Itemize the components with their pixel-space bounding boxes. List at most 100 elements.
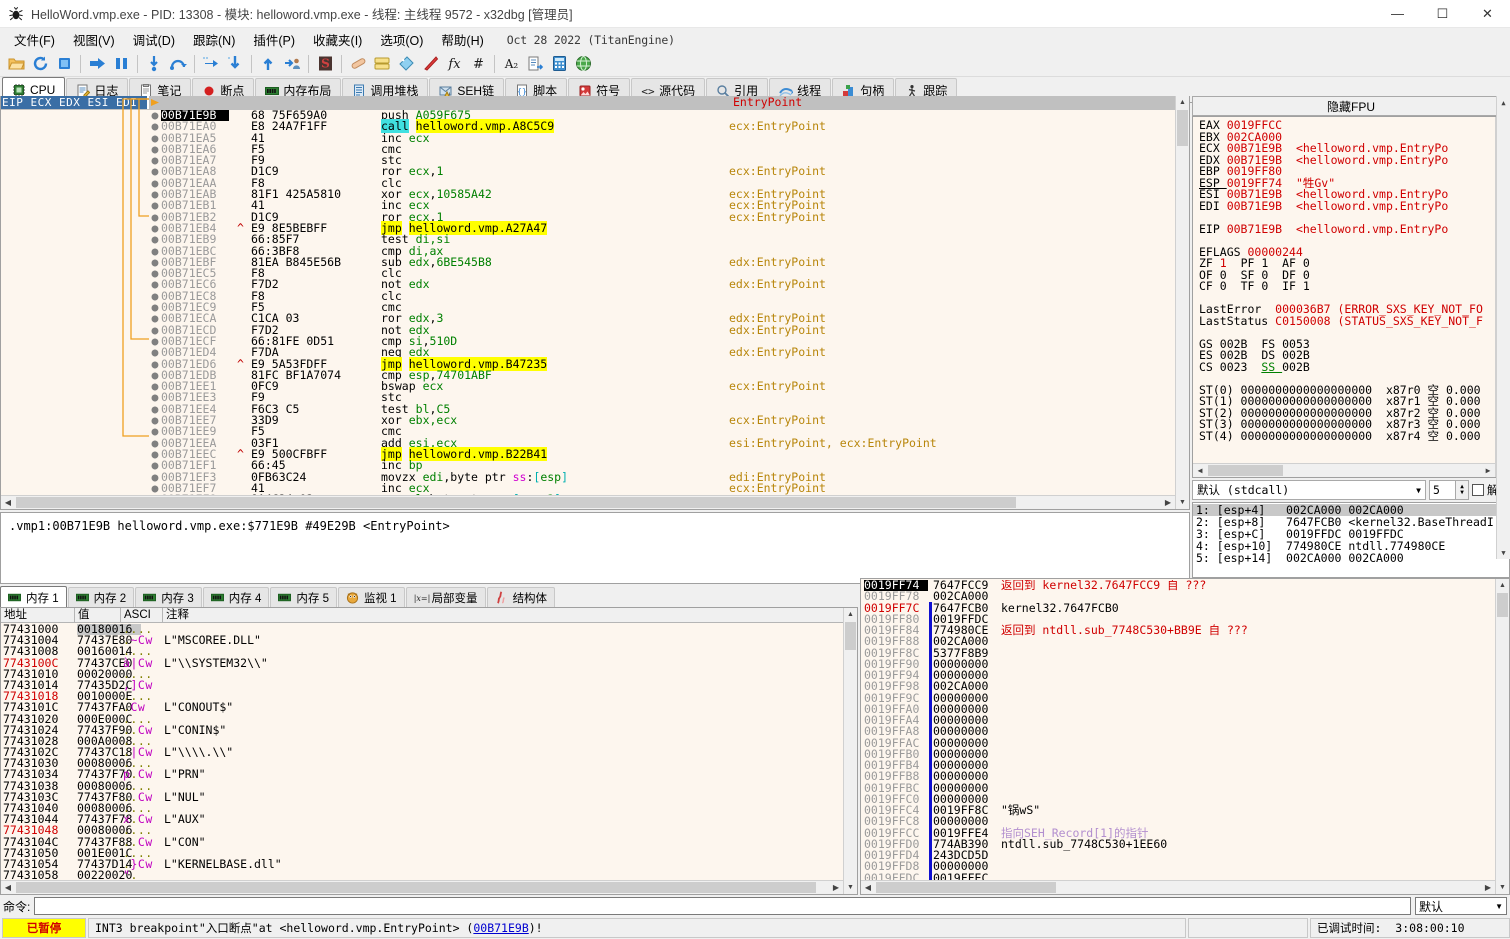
- function-icon[interactable]: fx: [443, 53, 465, 75]
- arguments-body[interactable]: 1: [esp+4] 002CA000 002CA000 2: [esp+8] 7…: [1192, 96, 1510, 578]
- flag-name[interactable]: IF: [1282, 280, 1303, 293]
- scroll-left-button[interactable]: ◀: [1, 496, 15, 509]
- disassembly-vscrollbar[interactable]: ▲ ▼: [1175, 96, 1189, 509]
- scroll-right-button[interactable]: ▶: [1481, 881, 1495, 894]
- command-input[interactable]: [34, 897, 1411, 915]
- status-message-address-link[interactable]: 00B71E9B: [473, 921, 528, 935]
- calling-convention-select[interactable]: 默认 (stdcall) ▼: [1192, 480, 1426, 500]
- execute-till-return-icon[interactable]: [257, 53, 279, 75]
- stack-rows[interactable]: 0019FF74 7647FCC9 返回到 kernel32.7647FCC9 自 …: [861, 580, 1495, 880]
- dump-tab-5[interactable]: 内存 5: [270, 587, 337, 608]
- menu-item-favourites[interactable]: 收藏夹(I): [304, 28, 371, 51]
- scroll-thumb-h[interactable]: [16, 882, 816, 893]
- registers-pane[interactable]: 隐藏FPU EAX 0019FFCC EBX 002CA000 ECX 00B7…: [1192, 96, 1510, 578]
- segment-value[interactable]: 0023: [1220, 360, 1262, 374]
- last-status-value[interactable]: C0150008: [1275, 314, 1337, 328]
- scroll-thumb-h[interactable]: [16, 497, 1016, 508]
- scroll-down-button[interactable]: ▼: [1496, 881, 1509, 894]
- command-mode-select[interactable]: 默认 ▼: [1415, 897, 1507, 915]
- font-icon[interactable]: A₂: [500, 53, 522, 75]
- dump-col-value[interactable]: 值: [75, 608, 121, 622]
- disassembly-pane[interactable]: EIP ECX EDX ESI EDI EntryPoint ● 00B71E9B…: [0, 96, 1190, 510]
- restart-icon[interactable]: [29, 53, 51, 75]
- registers-body[interactable]: EAX 0019FFCC EBX 002CA000 ECX 00B71E9B <…: [1192, 116, 1510, 478]
- menu-item-options[interactable]: 选项(O): [371, 28, 432, 51]
- scroll-up-button[interactable]: ▲: [844, 608, 857, 621]
- export-icon[interactable]: [524, 53, 546, 75]
- dump-hscrollbar[interactable]: ◀ ▶: [1, 880, 843, 894]
- label-icon[interactable]: [395, 53, 417, 75]
- dump-col-address[interactable]: 地址: [1, 608, 75, 622]
- trace-into-icon[interactable]: [200, 53, 222, 75]
- browser-icon[interactable]: [572, 53, 594, 75]
- open-icon[interactable]: [5, 53, 27, 75]
- menu-item-help[interactable]: 帮助(H): [432, 28, 492, 51]
- scroll-left-button[interactable]: ◀: [861, 881, 875, 894]
- maximize-button[interactable]: ☐: [1420, 0, 1465, 28]
- scroll-right-button[interactable]: ▶: [1161, 496, 1175, 509]
- scylla-icon[interactable]: S: [314, 53, 336, 75]
- calculator-icon[interactable]: [548, 53, 570, 75]
- menu-item-view[interactable]: 视图(V): [64, 28, 124, 51]
- menu-item-debug[interactable]: 调试(D): [124, 28, 184, 51]
- scroll-thumb[interactable]: [1177, 110, 1188, 146]
- arg-count-stepper[interactable]: 5 ▲ ▼: [1429, 480, 1469, 500]
- menu-item-plugins[interactable]: 插件(P): [244, 28, 304, 51]
- menu-item-file[interactable]: 文件(F): [5, 28, 64, 51]
- scroll-thumb-h[interactable]: [1208, 465, 1283, 476]
- scroll-thumb[interactable]: [845, 622, 856, 650]
- scroll-down-button[interactable]: ▼: [1176, 496, 1189, 509]
- close-button[interactable]: ✕: [1465, 0, 1510, 28]
- step-into-icon[interactable]: [143, 53, 165, 75]
- stack-pane[interactable]: 0019FF74 7647FCC9 返回到 kernel32.7647FCC9 自 …: [860, 578, 1510, 895]
- dump-vscrollbar[interactable]: ▲ ▼: [843, 608, 857, 894]
- stack-vscrollbar[interactable]: ▲ ▼: [1495, 579, 1509, 894]
- scroll-right-button[interactable]: ▶: [829, 881, 843, 894]
- watch-tab-1[interactable]: 监视 1: [337, 587, 405, 608]
- locals-tab[interactable]: |x=| 局部变量: [405, 587, 486, 608]
- stack-hscrollbar[interactable]: ◀ ▶: [861, 880, 1495, 894]
- register-value[interactable]: 00B71E9B: [1227, 222, 1296, 236]
- struct-tab[interactable]: 结构体: [486, 587, 556, 608]
- run-to-user-icon[interactable]: [281, 53, 303, 75]
- register-value[interactable]: 00B71E9B: [1227, 199, 1296, 213]
- stop-icon[interactable]: [53, 53, 75, 75]
- dump-tab-3[interactable]: 内存 3: [135, 587, 202, 608]
- step-over-icon[interactable]: [167, 53, 189, 75]
- flag-value[interactable]: 1: [1303, 279, 1324, 293]
- scroll-thumb-h[interactable]: [876, 882, 1056, 893]
- segment-value[interactable]: 002B: [1282, 360, 1324, 374]
- pause-icon[interactable]: [110, 53, 132, 75]
- disassembly-hscrollbar[interactable]: ◀ ▶: [1, 495, 1175, 509]
- argument-row[interactable]: 5: [esp+14] 002CA000 002CA000: [1193, 552, 1509, 564]
- dump-pane[interactable]: 地址 值 ASCI 注释 77431000 00180016.... 7743100…: [0, 607, 858, 895]
- menu-item-trace[interactable]: 跟踪(N): [184, 28, 244, 51]
- run-icon[interactable]: [86, 53, 108, 75]
- flag-value[interactable]: 0: [1261, 279, 1282, 293]
- dump-rows[interactable]: 77431000 00180016.... 77431004 77437E80 .~Cw…: [1, 624, 843, 880]
- fpu-name[interactable]: ST(4): [1199, 430, 1241, 443]
- segment-name[interactable]: SS: [1261, 360, 1282, 374]
- bookmark-icon[interactable]: [419, 53, 441, 75]
- dump-tab-1[interactable]: 内存 1: [0, 586, 67, 608]
- dump-col-comment[interactable]: 注释: [163, 608, 857, 622]
- patch-icon[interactable]: [347, 53, 369, 75]
- checkbox-box[interactable]: [1472, 484, 1484, 496]
- scroll-left-button[interactable]: ◀: [1193, 464, 1207, 477]
- flag-value[interactable]: 0: [1220, 279, 1241, 293]
- minimize-button[interactable]: —: [1375, 0, 1420, 28]
- disassembly-rows[interactable]: ● 00B71E9B 68 75F659A0 push A059F675 ● 00B71E…: [1, 110, 1175, 495]
- scroll-up-button[interactable]: ▲: [1496, 579, 1509, 592]
- dump-tab-2[interactable]: 内存 2: [67, 587, 135, 608]
- scroll-down-button[interactable]: ▼: [1497, 546, 1510, 559]
- trace-over-icon[interactable]: [224, 53, 246, 75]
- dump-col-ascii[interactable]: ASCI: [121, 608, 163, 622]
- scroll-left-button[interactable]: ◀: [1, 881, 15, 894]
- hash-icon[interactable]: #: [467, 53, 489, 75]
- arguments-vscrollbar[interactable]: ▲ ▼: [1496, 96, 1510, 559]
- scroll-up-button[interactable]: ▲: [1176, 96, 1189, 109]
- scroll-right-button[interactable]: ▶: [1481, 464, 1495, 477]
- scroll-down-button[interactable]: ▼: [844, 881, 857, 894]
- spinner-arrows-icon[interactable]: ▲ ▼: [1455, 481, 1468, 499]
- stack-row[interactable]: 0019FFDC 0019FFEC: [861, 872, 1495, 880]
